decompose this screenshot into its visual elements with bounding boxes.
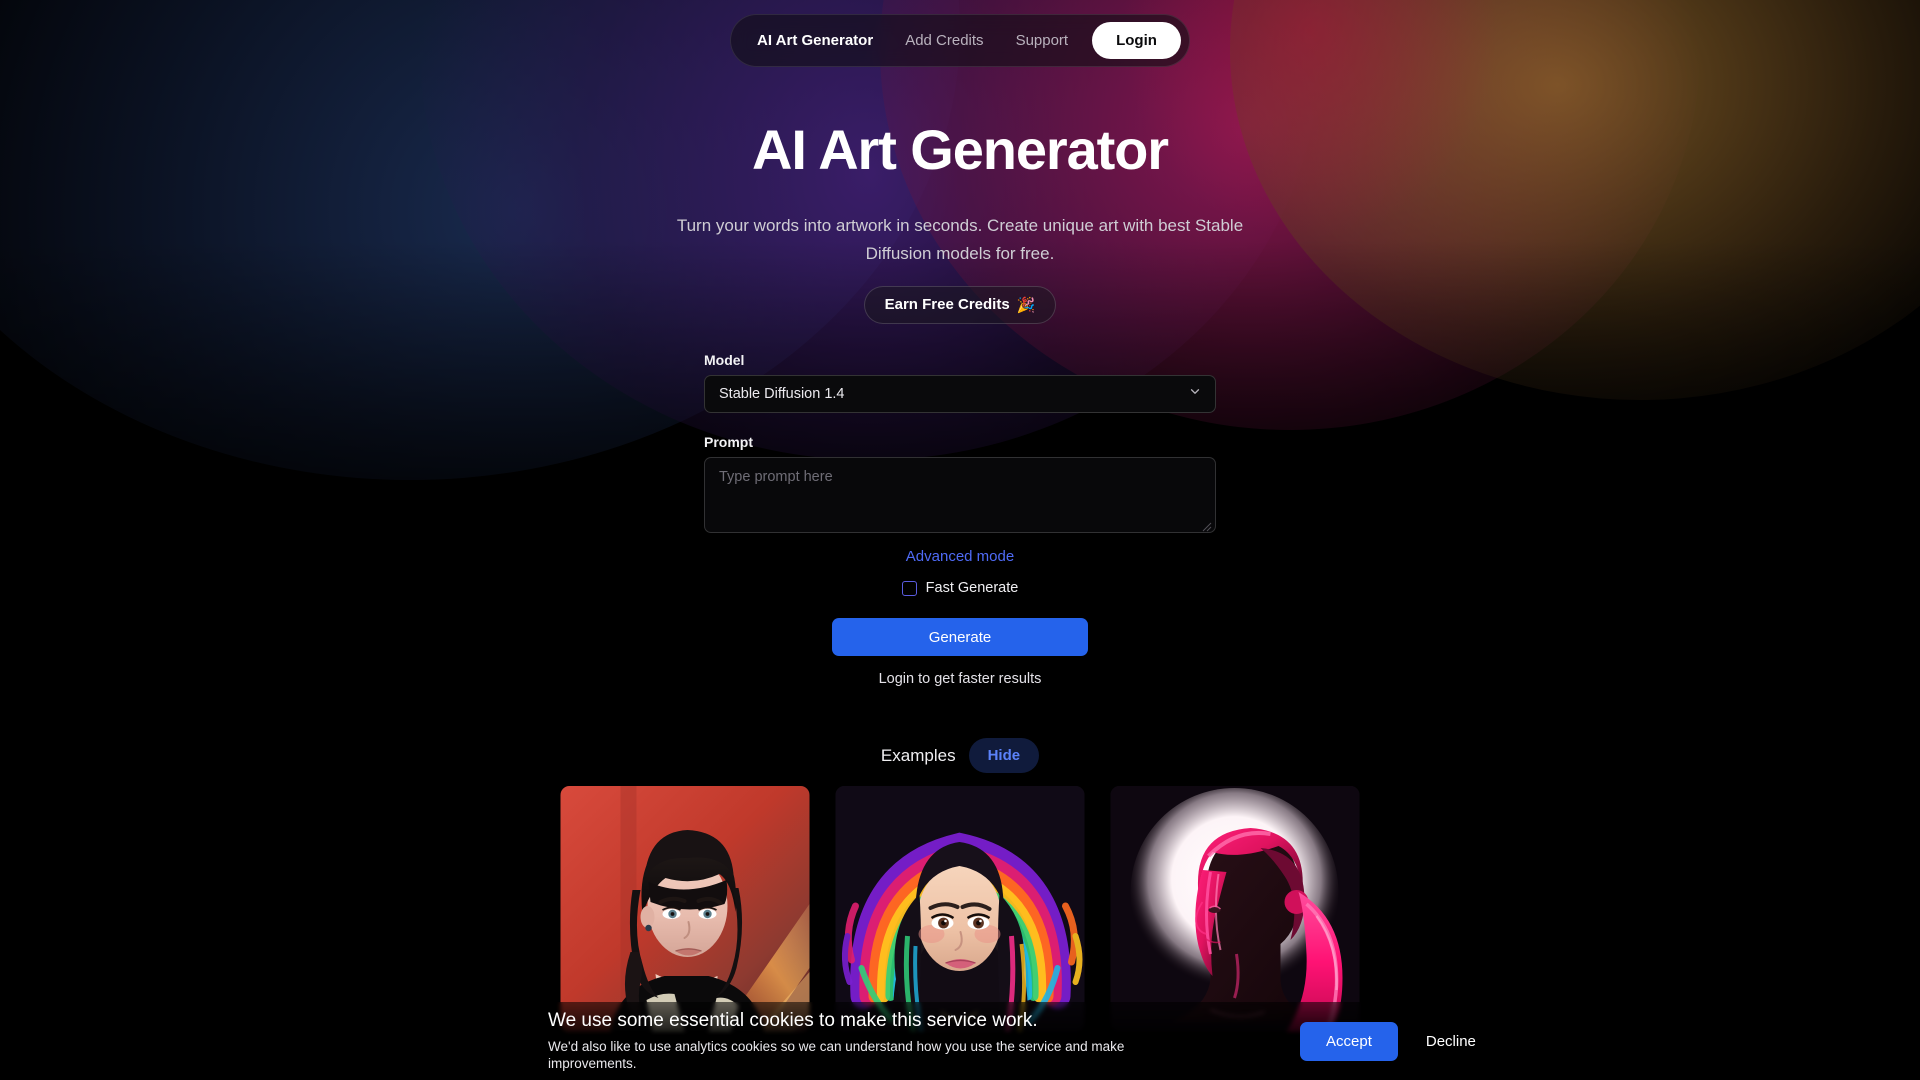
hide-examples-button[interactable]: Hide <box>968 738 1040 773</box>
decline-cookies-button[interactable]: Decline <box>1420 1022 1482 1061</box>
cookie-consent-banner: We use some essential cookies to make th… <box>0 1002 1920 1080</box>
examples-gallery <box>560 786 1360 1032</box>
page-root: AI Art Generator Add Credits Support Log… <box>0 0 1920 1080</box>
cookie-headline: We use some essential cookies to make th… <box>548 1010 1038 1032</box>
advanced-mode-link[interactable]: Advanced mode <box>704 548 1216 565</box>
example-art-2 <box>835 786 1085 1032</box>
party-popper-icon: 🎉 <box>1016 296 1036 314</box>
prompt-label: Prompt <box>704 434 753 450</box>
example-image-3[interactable] <box>1110 786 1360 1032</box>
cookie-text-block: We use some essential cookies to make th… <box>548 1009 1168 1073</box>
prompt-wrapper <box>704 457 1216 533</box>
examples-header: Examples Hide <box>0 738 1920 773</box>
chevron-down-icon <box>1188 385 1202 404</box>
accept-cookies-button[interactable]: Accept <box>1300 1021 1398 1061</box>
examples-title: Examples <box>880 745 956 765</box>
model-selected-value: Stable Diffusion 1.4 <box>719 386 845 402</box>
field-spacer <box>704 413 1216 434</box>
top-navigation: AI Art Generator Add Credits Support Log… <box>0 14 1920 67</box>
nav-pill: AI Art Generator Add Credits Support Log… <box>730 14 1190 67</box>
model-label: Model <box>704 352 745 368</box>
model-select[interactable]: Stable Diffusion 1.4 <box>704 375 1216 413</box>
generate-button[interactable]: Generate <box>832 618 1088 656</box>
earn-free-credits-button[interactable]: Earn Free Credits 🎉 <box>863 285 1057 324</box>
example-image-2[interactable] <box>835 786 1085 1032</box>
login-button[interactable]: Login <box>1092 22 1181 59</box>
cookie-description: We'd also like to use analytics cookies … <box>548 1038 1125 1072</box>
nav-item-support[interactable]: Support <box>1000 23 1085 58</box>
page-title: AI Art Generator <box>752 118 1169 181</box>
hero-subtitle: Turn your words into artwork in seconds.… <box>676 216 1244 263</box>
fast-generate-label: Fast Generate <box>925 580 1019 596</box>
prompt-input[interactable] <box>704 457 1216 533</box>
cookie-actions: Accept Decline <box>1300 1021 1482 1061</box>
fast-generate-row: Fast Generate <box>704 580 1216 596</box>
earn-free-credits-label: Earn Free Credits <box>884 296 1010 314</box>
fast-generate-checkbox[interactable] <box>901 580 917 596</box>
example-art-3 <box>1110 786 1360 1032</box>
nav-item-add-credits[interactable]: Add Credits <box>889 23 999 58</box>
generator-form: Model Stable Diffusion 1.4 Prompt Advanc… <box>704 352 1216 687</box>
login-hint-text: Login to get faster results <box>878 671 1042 687</box>
nav-item-ai-art-generator[interactable]: AI Art Generator <box>741 23 889 58</box>
example-image-1[interactable] <box>560 786 810 1032</box>
example-art-1 <box>560 786 810 1032</box>
